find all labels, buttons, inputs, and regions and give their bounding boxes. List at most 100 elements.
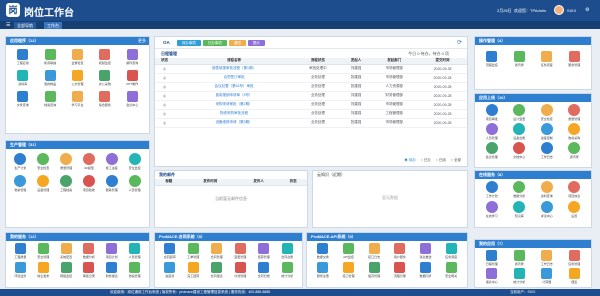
product-item[interactable]: 付款管理 — [229, 262, 253, 278]
service-item[interactable]: 数据分析 — [78, 243, 101, 259]
ops-item[interactable]: 流程监控 — [478, 51, 506, 67]
app-item[interactable]: 我的物品 — [36, 70, 63, 86]
menu-icon[interactable]: ☰ — [3, 22, 13, 29]
service-item[interactable]: 信息发布 — [32, 262, 55, 278]
rcloud-item[interactable]: 质量管理 — [561, 104, 589, 121]
product-item[interactable]: 变更管理 — [229, 243, 253, 259]
api-item[interactable]: 消息推送 — [413, 243, 439, 259]
business-item[interactable]: 安全检查 — [32, 153, 55, 170]
api-item[interactable]: 数据交换 — [310, 243, 336, 259]
business-item[interactable]: 物资管理 — [9, 175, 32, 192]
rcloud-item[interactable]: 项目审批 — [478, 104, 506, 121]
api-item[interactable]: 用户服务 — [387, 243, 413, 259]
rcloud-item[interactable]: 物资采购 — [561, 123, 589, 140]
app-item[interactable]: 监督检查 — [64, 49, 91, 65]
ops-item[interactable]: 服务管理 — [561, 51, 589, 67]
header-username[interactable]: SIXX — [567, 8, 576, 13]
tool-item[interactable]: 设置 — [561, 201, 589, 218]
service-item[interactable]: 审批记录 — [78, 262, 101, 278]
api-item[interactable]: 接口日志 — [361, 243, 387, 259]
service-item[interactable]: 档案管理 — [123, 262, 146, 278]
api-item[interactable]: 流程引擎 — [387, 262, 413, 278]
app-item[interactable]: 办公采购 — [91, 70, 118, 86]
pill-notice[interactable]: 通知 — [228, 40, 246, 46]
rcloud-item[interactable]: 工作日志 — [533, 142, 561, 159]
app-item[interactable]: 综合服务 — [91, 91, 118, 107]
app-item[interactable]: 学习平台 — [64, 91, 91, 107]
app-item[interactable]: PPT制作 — [119, 70, 146, 86]
product-item[interactable]: 完工结算 — [182, 262, 206, 278]
business-item[interactable]: 人员管理 — [123, 175, 146, 192]
ops-item[interactable]: 任务调度 — [533, 51, 561, 67]
app-item[interactable]: 文件查询 — [9, 91, 36, 107]
app-item[interactable]: 资料库 — [9, 70, 36, 86]
table-row[interactable]: ◎ 采购申请审批（第2期） 业务处理 刘建强 市场管理部 2020-09-28 — [155, 100, 467, 110]
service-item[interactable]: 项目计划 — [100, 243, 123, 259]
business-item[interactable]: 设备管理 — [32, 175, 55, 192]
service-item[interactable]: 财务报表 — [100, 262, 123, 278]
app-item[interactable]: 会议中心 — [119, 91, 146, 107]
table-row[interactable]: ◎ 合同签订审批 业务处理 张建强 市场管理部 2020-09-28 — [155, 73, 467, 83]
business-item[interactable]: 施工进度 — [100, 153, 123, 170]
business-item[interactable]: 能耗管理 — [100, 175, 123, 192]
pill-done[interactable]: 已办事项 — [202, 40, 227, 46]
api-item[interactable]: 缓存管理 — [361, 262, 387, 278]
service-item[interactable]: 环境监测 — [9, 262, 32, 278]
app-item[interactable]: 档案查询 — [36, 91, 63, 107]
app-item[interactable]: 工程应用 — [9, 49, 36, 65]
api-item[interactable]: 安全网关 — [438, 262, 464, 278]
rcloud-item[interactable]: 通讯录 — [561, 142, 589, 159]
table-row[interactable]: ◎ 报表填报审批流程（第1期） 审批处理中 刘建强 市场管理部 2020-09-28 — [155, 64, 467, 74]
rcloud-item[interactable]: 安全检查 — [533, 104, 561, 121]
mine-item[interactable]: 报表中心 — [478, 268, 506, 284]
product-item[interactable]: 进度款 — [158, 262, 182, 278]
api-item[interactable]: 接口管理 — [336, 262, 362, 278]
tool-item[interactable]: 工作计划 — [478, 181, 506, 198]
rcloud-item[interactable]: 设备台账 — [506, 123, 534, 140]
rcloud-item[interactable]: 文档中心 — [506, 142, 534, 159]
api-item[interactable]: API监控 — [336, 243, 362, 259]
user-avatar[interactable] — [554, 5, 564, 15]
business-item[interactable]: 生产计划 — [9, 153, 32, 170]
table-row[interactable]: ◎ 费用报销申请单（3号） 业务处理 刘建强 财务管理部 2020-09-28 — [155, 91, 467, 101]
product-item[interactable]: 合同起草 — [158, 243, 182, 259]
mine-item[interactable]: 便签 — [561, 268, 589, 284]
tool-item[interactable]: 资料查询 — [533, 181, 561, 198]
business-item[interactable]: 项目验收 — [78, 175, 101, 192]
app-item[interactable]: 邮件查询 — [119, 49, 146, 65]
pill-todo[interactable]: 待办事项 — [176, 40, 201, 46]
product-item[interactable]: 工单管理 — [182, 243, 206, 259]
rcloud-item[interactable]: 会议管理 — [478, 142, 506, 159]
product-item[interactable]: 合同台账 — [276, 243, 300, 259]
business-item[interactable]: 质量管理 — [55, 153, 78, 170]
refresh-icon[interactable]: ⟳ — [457, 39, 462, 46]
table-row[interactable]: ◎ 会议纪要（第16号）审批 业务处理 张建强 人力资源部 2020-09-28 — [155, 82, 467, 92]
business-item[interactable]: 工程档案 — [55, 175, 78, 192]
rcloud-item[interactable]: 人员管理 — [478, 123, 506, 140]
mine-item[interactable]: 通讯录 — [506, 250, 534, 266]
app-item[interactable]: 视频监控 — [91, 49, 118, 65]
service-item[interactable]: 系统配置 — [55, 243, 78, 259]
ops-item[interactable]: 通讯录 — [506, 51, 534, 67]
mine-item[interactable]: 工作日志 — [533, 250, 561, 266]
service-item[interactable]: 人员管理 — [123, 243, 146, 259]
tool-item[interactable]: 数据分析 — [506, 181, 534, 198]
tool-item[interactable]: 项目信息 — [561, 181, 589, 198]
mine-item[interactable]: 任务管理 — [561, 250, 589, 266]
tab-all-nav[interactable]: 全部导航 — [14, 22, 36, 29]
tab-workbench[interactable]: 工作台 — [44, 22, 62, 29]
service-item[interactable]: 工程质量 — [9, 243, 32, 259]
api-item[interactable]: 任务调度 — [438, 243, 464, 259]
more-link[interactable]: 更多 — [138, 37, 146, 45]
app-item[interactable]: 新闻联播 — [36, 49, 63, 65]
tool-item[interactable]: 知识库 — [506, 201, 534, 218]
mine-item[interactable]: 计算器 — [533, 268, 561, 284]
service-item[interactable]: 安全管理 — [32, 243, 55, 259]
business-item[interactable]: 4D模型 — [78, 153, 101, 170]
api-item[interactable]: 服务注册 — [310, 262, 336, 278]
settings-icon[interactable]: ⚙ — [585, 7, 589, 13]
product-item[interactable]: 合同管理 — [205, 243, 229, 259]
api-item[interactable]: 数据同步 — [413, 262, 439, 278]
product-item[interactable]: 合同归档 — [252, 262, 276, 278]
rcloud-item[interactable]: 进度控制 — [533, 123, 561, 140]
